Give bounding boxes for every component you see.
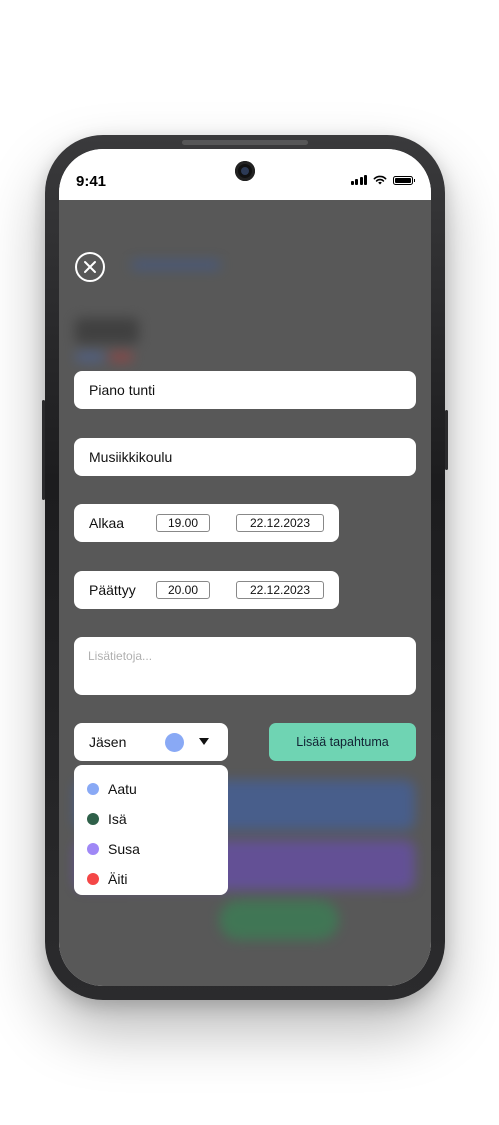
member-option-aiti[interactable]: Äiti — [74, 864, 228, 894]
start-row: Alkaa 19.00 22.12.2023 — [74, 504, 339, 542]
notes-textarea[interactable]: Lisätietoja... — [74, 637, 416, 695]
notes-placeholder: Lisätietoja... — [88, 649, 153, 663]
location-input[interactable]: Musiikkikoulu — [74, 438, 416, 476]
member-select-label: Jäsen — [89, 734, 127, 750]
title-input[interactable]: Piano tunti — [74, 371, 416, 409]
member-option-label: Äiti — [108, 871, 128, 887]
end-label: Päättyy — [89, 582, 136, 598]
end-date-input[interactable]: 22.12.2023 — [236, 581, 324, 599]
status-bar: 9:41 — [59, 149, 431, 200]
signal-icon — [350, 175, 367, 185]
status-icons — [350, 175, 415, 185]
close-icon — [84, 261, 96, 273]
start-label: Alkaa — [89, 515, 125, 531]
member-option-label: Aatu — [108, 781, 137, 797]
member-option-aatu[interactable]: Aatu — [74, 774, 228, 804]
member-color-dot — [87, 783, 99, 795]
close-button[interactable] — [75, 252, 105, 282]
modal-overlay: Piano tunti Musiikkikoulu Alkaa 19.00 22… — [59, 200, 431, 986]
wifi-icon — [373, 175, 387, 185]
front-camera-icon — [235, 161, 255, 181]
member-option-isa[interactable]: Isä — [74, 804, 228, 834]
member-color-dot — [87, 813, 99, 825]
add-event-button[interactable]: Lisää tapahtuma — [269, 723, 416, 761]
start-time-input[interactable]: 19.00 — [156, 514, 210, 532]
member-select[interactable]: Jäsen — [74, 723, 228, 761]
member-dropdown: Aatu Isä Susa Äiti — [74, 765, 228, 895]
caret-down-icon — [199, 738, 209, 745]
status-time: 9:41 — [76, 173, 107, 190]
member-option-label: Isä — [108, 811, 127, 827]
member-color-dot — [165, 733, 184, 752]
member-option-susa[interactable]: Susa — [74, 834, 228, 864]
phone-frame: 9:41 Piano tunti Musiikkikoulu Alkaa 19.… — [42, 135, 448, 1000]
screen: 9:41 Piano tunti Musiikkikoulu Alkaa 19.… — [59, 149, 431, 986]
member-color-dot — [87, 873, 99, 885]
speaker-grille — [182, 140, 308, 145]
end-time-input[interactable]: 20.00 — [156, 581, 210, 599]
member-option-label: Susa — [108, 841, 140, 857]
title-input-value: Piano tunti — [89, 382, 156, 398]
battery-icon — [393, 175, 415, 185]
side-button-left — [42, 400, 45, 500]
end-row: Päättyy 20.00 22.12.2023 — [74, 571, 339, 609]
start-date-input[interactable]: 22.12.2023 — [236, 514, 324, 532]
location-input-value: Musiikkikoulu — [89, 449, 173, 465]
member-color-dot — [87, 843, 99, 855]
side-button-right — [445, 410, 448, 470]
